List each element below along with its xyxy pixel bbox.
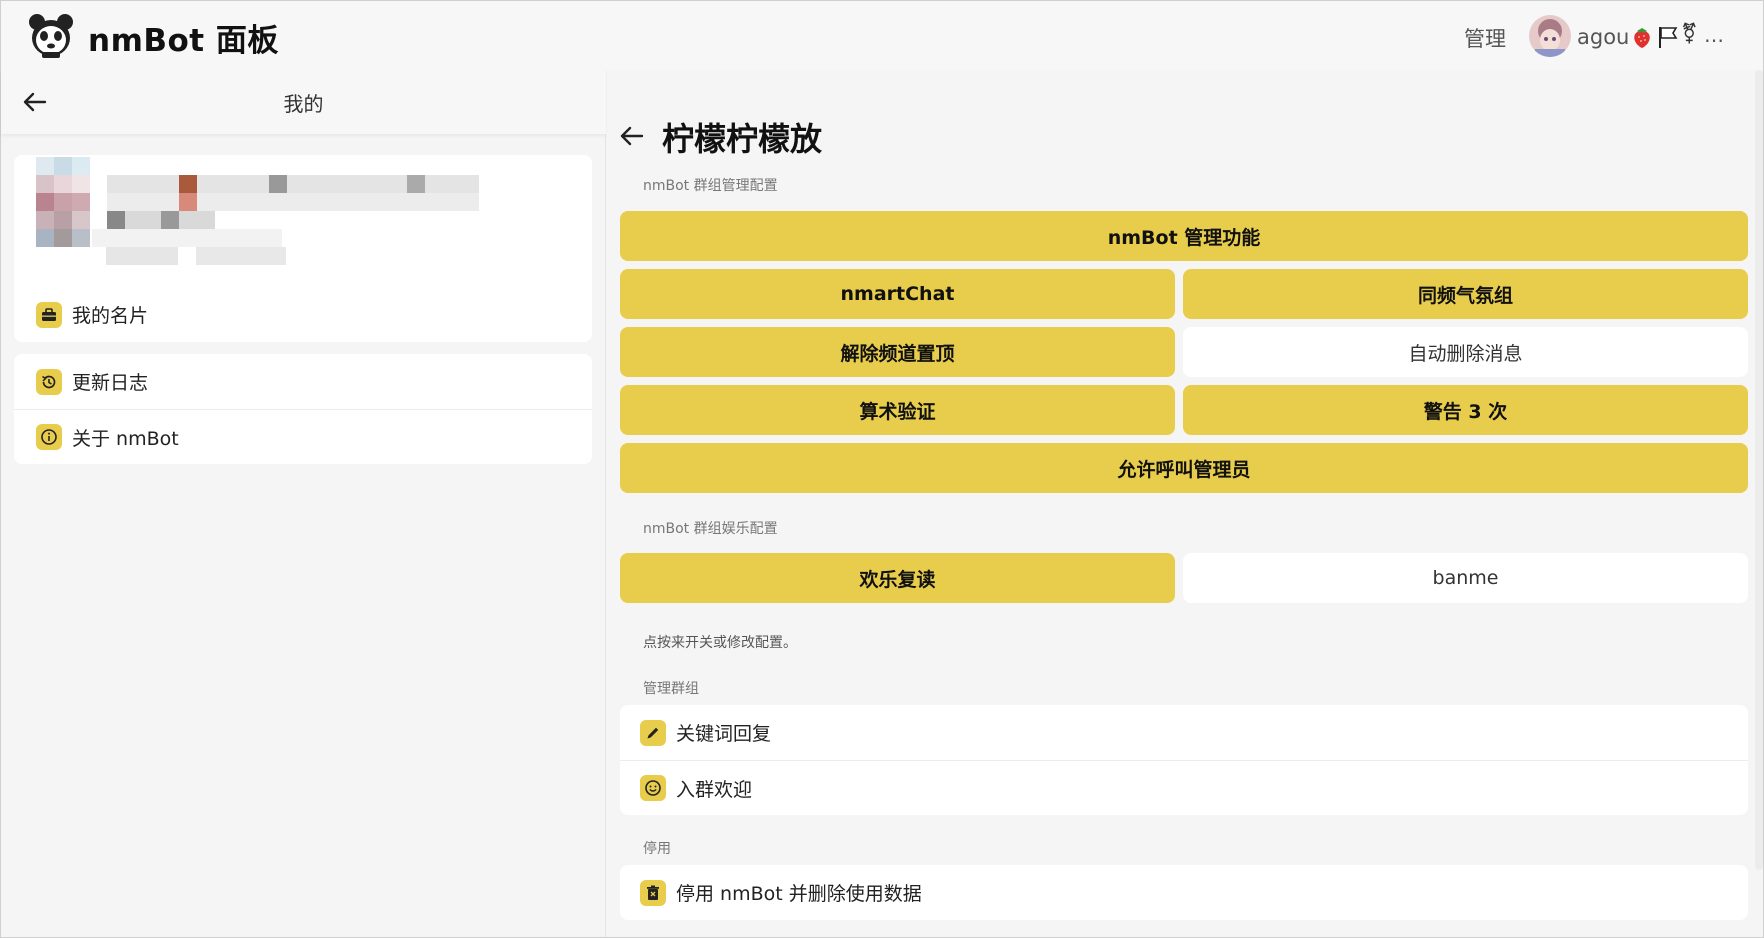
- left-header: 我的: [1, 70, 606, 134]
- section-label-group: 管理群组: [643, 681, 699, 697]
- list-item-label: 关键词回复: [676, 723, 772, 745]
- panda-logo-icon: [29, 14, 73, 58]
- page-title: 我的: [283, 92, 324, 116]
- scrollbar[interactable]: [1755, 70, 1763, 870]
- pencil-icon: [640, 719, 666, 746]
- list-item-welcome[interactable]: 入群欢迎: [620, 760, 1748, 815]
- app-title: nmBot 面板: [88, 23, 279, 59]
- back-arrow-icon[interactable]: [618, 122, 646, 150]
- username[interactable]: agou: [1577, 25, 1629, 49]
- toggle-repeat[interactable]: 欢乐复读: [620, 553, 1175, 603]
- strawberry-icon: [1634, 28, 1650, 48]
- menu-item-my-card[interactable]: 我的名片: [14, 287, 592, 342]
- toggle-nmbot-admin[interactable]: nmBot 管理功能: [620, 211, 1748, 261]
- gender-symbol-icon: ⚧: [1681, 21, 1698, 45]
- admin-link[interactable]: 管理: [1464, 23, 1506, 53]
- trash-icon: [640, 879, 666, 906]
- briefcase-icon: [36, 301, 62, 328]
- toggle-call-admin[interactable]: 允许呼叫管理员: [620, 443, 1748, 493]
- section-label-manage: nmBot 群组管理配置: [643, 178, 778, 194]
- menu-card-info: 更新日志 关于 nmBot: [14, 354, 592, 464]
- hint-text: 点按来开关或修改配置。: [643, 635, 797, 651]
- group-title: 柠檬柠檬放: [662, 120, 823, 158]
- menu-item-label: 更新日志: [72, 372, 149, 394]
- flag-icon: [1659, 27, 1678, 48]
- menu-item-about[interactable]: 关于 nmBot: [14, 409, 592, 464]
- info-icon: [36, 424, 62, 450]
- smile-icon: [640, 775, 666, 801]
- toggle-auto-delete[interactable]: 自动删除消息: [1183, 327, 1748, 377]
- avatar[interactable]: [1529, 15, 1571, 57]
- toggle-banme[interactable]: banme: [1183, 553, 1748, 603]
- list-item-label: 入群欢迎: [676, 778, 753, 801]
- list-item-label: 停用 nmBot 并删除使用数据: [676, 883, 922, 905]
- menu-card-card: 我的名片: [14, 287, 592, 342]
- list-item-disable-bot[interactable]: 停用 nmBot 并删除使用数据: [620, 865, 1748, 920]
- section-label-disable: 停用: [643, 841, 671, 857]
- toggle-unpin-channel[interactable]: 解除频道置顶: [620, 327, 1175, 377]
- disable-card: 停用 nmBot 并删除使用数据: [620, 865, 1748, 920]
- more-badges-text[interactable]: …: [1704, 23, 1724, 47]
- group-manage-card: 关键词回复 入群欢迎: [620, 705, 1748, 815]
- toggle-atmosphere-group[interactable]: 同频气氛组: [1183, 269, 1748, 319]
- menu-item-changelog[interactable]: 更新日志: [14, 354, 592, 409]
- profile-card[interactable]: [14, 155, 592, 300]
- menu-item-label: 关于 nmBot: [72, 427, 179, 450]
- toggle-warn-limit[interactable]: 警告 3 次: [1183, 385, 1748, 435]
- history-icon: [36, 368, 62, 395]
- section-label-fun: nmBot 群组娱乐配置: [643, 521, 778, 537]
- menu-item-label: 我的名片: [72, 305, 149, 327]
- toggle-nmartchat[interactable]: nmartChat: [620, 269, 1175, 319]
- top-bar: nmBot 面板 管理 agou ⚧ …: [1, 1, 1763, 70]
- list-item-keyword-reply[interactable]: 关键词回复: [620, 705, 1748, 760]
- toggle-math-captcha[interactable]: 算术验证: [620, 385, 1175, 435]
- avatar-image-icon: [1529, 15, 1571, 57]
- left-panel: 我的 我的名片 更新日志 关于 nmBot: [1, 70, 606, 937]
